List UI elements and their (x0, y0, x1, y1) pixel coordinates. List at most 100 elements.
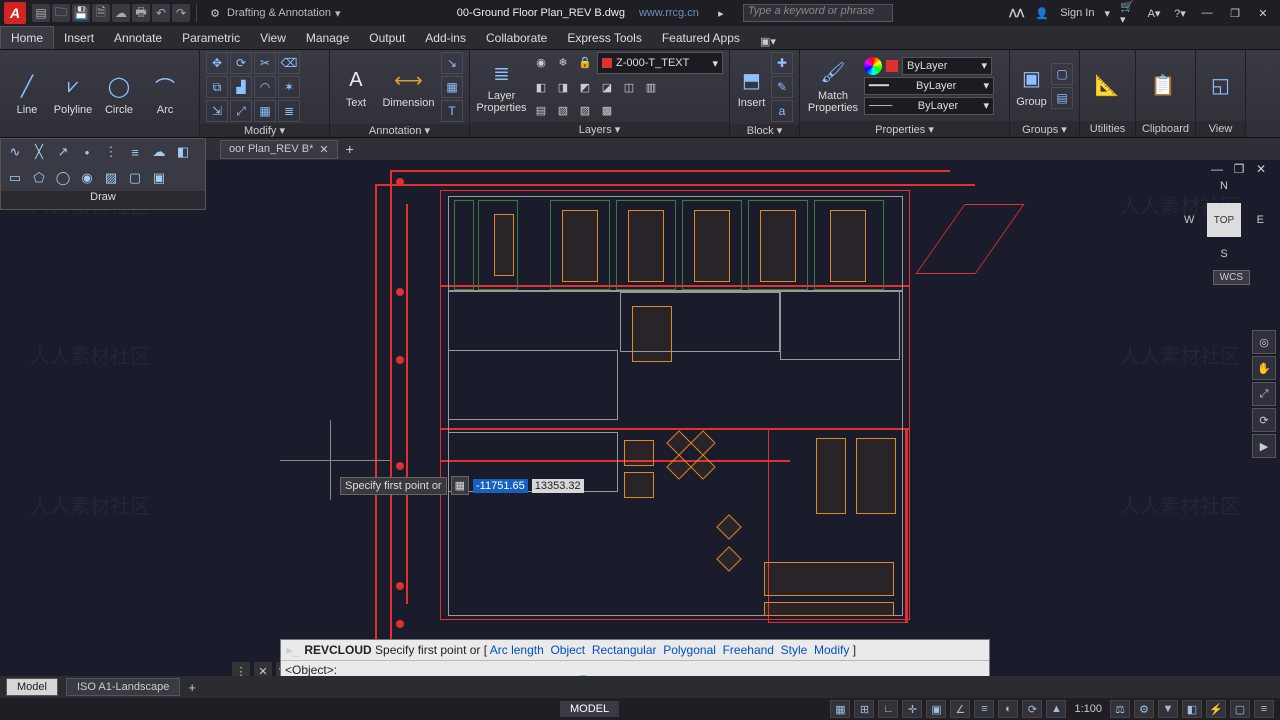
customize-icon[interactable]: ≡ (1254, 700, 1274, 718)
tab-home[interactable]: Home (0, 26, 54, 49)
pan-icon[interactable]: ✋ (1252, 356, 1276, 380)
line-button[interactable]: ╱Line (6, 72, 48, 116)
ray-icon[interactable]: ↗ (53, 142, 73, 162)
isolate-icon[interactable]: ◧ (1182, 700, 1202, 718)
linetype-selector[interactable]: ───ByLayer▾ (864, 97, 994, 115)
panel-layers-title[interactable]: Layers ▾ (470, 122, 729, 137)
close-button[interactable]: ✕ (1254, 6, 1272, 20)
viewcube-n[interactable]: N (1220, 180, 1228, 192)
showmotion-icon[interactable]: ▶ (1252, 434, 1276, 458)
tab-parametric[interactable]: Parametric (172, 27, 250, 49)
fillet-icon[interactable]: ◠ (254, 76, 276, 98)
new-tab-button[interactable]: + (346, 141, 354, 157)
measure-icon[interactable]: ≡ (125, 142, 145, 162)
group-button[interactable]: ▣Group (1016, 64, 1047, 108)
tab-featured[interactable]: Featured Apps (652, 27, 750, 49)
restore-button[interactable]: ❐ (1226, 6, 1244, 20)
help-icon[interactable]: ?▾ (1172, 5, 1188, 21)
layout-add-button[interactable]: + (188, 680, 196, 695)
saveas-icon[interactable]: 🗎 (92, 4, 110, 22)
layout-tab-iso[interactable]: ISO A1-Landscape (66, 678, 180, 696)
viewcube-s[interactable]: S (1220, 248, 1227, 260)
ribbon-expand-icon[interactable]: ▣▾ (760, 33, 776, 49)
stretch-icon[interactable]: ⇲ (206, 100, 228, 122)
steering-wheel-icon[interactable]: ◎ (1252, 330, 1276, 354)
viewcube-w[interactable]: W (1184, 214, 1194, 226)
vp-restore-button[interactable]: ❐ (1230, 162, 1248, 176)
hardware-icon[interactable]: ⚡ (1206, 700, 1226, 718)
table-icon[interactable]: ▦ (441, 76, 463, 98)
cmd-opt-rect[interactable]: Rectangular (592, 643, 657, 657)
sign-in-link[interactable]: Sign In (1060, 7, 1094, 19)
boundary-icon[interactable]: ▢ (125, 168, 145, 188)
divide-icon[interactable]: ⋮ (101, 142, 121, 162)
cmd-opt-style[interactable]: Style (781, 643, 808, 657)
tab-view[interactable]: View (250, 27, 296, 49)
cmd-opt-modify[interactable]: Modify (814, 643, 849, 657)
tab-insert[interactable]: Insert (54, 27, 104, 49)
autodesk-icon[interactable]: ᐱᐱ (1009, 7, 1024, 20)
dynamic-menu-icon[interactable]: ▦ (451, 476, 469, 495)
layer-state-icon[interactable]: ◫ (619, 77, 639, 97)
trim-icon[interactable]: ✂ (254, 52, 276, 74)
search-input[interactable]: Type a keyword or phrase (743, 4, 893, 22)
modelspace-toggle[interactable]: MODEL (560, 701, 619, 717)
mtext-icon[interactable]: T (441, 100, 463, 122)
layout-tab-model[interactable]: Model (6, 678, 58, 696)
hatch-icon[interactable]: ▨ (101, 168, 121, 188)
paste-button[interactable]: 📋 (1142, 71, 1184, 101)
coord-x[interactable]: -11751.65 (473, 479, 528, 493)
arc-button[interactable]: ⌒Arc (144, 72, 186, 116)
color-selector[interactable]: ByLayer▾ (902, 57, 992, 75)
web-icon[interactable]: ☁ (112, 4, 130, 22)
viewcube-e[interactable]: E (1257, 214, 1264, 226)
minimize-button[interactable]: — (1198, 6, 1216, 20)
otrack-toggle-icon[interactable]: ∠ (950, 700, 970, 718)
save-icon[interactable]: 💾 (72, 4, 90, 22)
donut-icon[interactable]: ◉ (77, 168, 97, 188)
point-icon[interactable]: • (77, 142, 97, 162)
plot-icon[interactable]: 🖶 (132, 4, 150, 22)
close-tab-icon[interactable]: ✕ (319, 143, 328, 156)
layer-prev-icon[interactable]: ◪ (597, 77, 617, 97)
transparency-icon[interactable]: ◐ (998, 700, 1018, 718)
polyline-button[interactable]: ⩗Polyline (52, 72, 94, 116)
layer-d-icon[interactable]: ▩ (597, 100, 617, 120)
drawing-canvas[interactable]: 人人素材社区 人人素材社区 人人素材社区 人人素材社区 人人素材社区 人人素材社… (0, 160, 1280, 676)
title-chevron[interactable]: ▸ (713, 5, 729, 21)
utilities-button[interactable]: 📐 (1086, 71, 1128, 101)
clean-icon[interactable]: ▢ (1230, 700, 1250, 718)
offset-icon[interactable]: ≣ (278, 100, 300, 122)
tab-manage[interactable]: Manage (296, 27, 359, 49)
layer-b-icon[interactable]: ▧ (553, 100, 573, 120)
osnap-toggle-icon[interactable]: ▣ (926, 700, 946, 718)
mirror-icon[interactable]: ▟ (230, 76, 252, 98)
circle-button[interactable]: ◯Circle (98, 72, 140, 116)
rotate-icon[interactable]: ⟳ (230, 52, 252, 74)
copy-icon[interactable]: ⧉ (206, 76, 228, 98)
app-store-icon[interactable]: A▾ (1146, 5, 1162, 21)
cmd-opt-object[interactable]: Object (550, 643, 585, 657)
layer-lock-icon[interactable]: 🔒 (575, 52, 595, 72)
insert-button[interactable]: ⬒Insert (736, 65, 767, 109)
chevron-down-icon[interactable]: ▾ (1104, 7, 1110, 20)
grid-toggle-icon[interactable]: ▦ (830, 700, 850, 718)
layer-match-icon[interactable]: ◩ (575, 77, 595, 97)
layer-off-icon[interactable]: ◉ (531, 52, 551, 72)
layer-a-icon[interactable]: ▤ (531, 100, 551, 120)
panel-properties-title[interactable]: Properties ▾ (800, 121, 1009, 137)
layer-selector[interactable]: Z-000-T_TEXT▾ (597, 52, 723, 74)
layer-uniso-icon[interactable]: ◨ (553, 77, 573, 97)
new-icon[interactable]: ▤ (32, 4, 50, 22)
xline-icon[interactable]: ╳ (29, 142, 49, 162)
lineweight-selector[interactable]: ━━━ByLayer▾ (864, 77, 994, 95)
cart-icon[interactable]: 🛒▾ (1120, 5, 1136, 21)
leader-icon[interactable]: ↘ (441, 52, 463, 74)
ungroup-icon[interactable]: ▢ (1051, 63, 1073, 85)
revcloud-icon[interactable]: ☁ (149, 142, 169, 162)
text-button[interactable]: AText (336, 65, 376, 109)
ortho-toggle-icon[interactable]: ∟ (878, 700, 898, 718)
tab-addins[interactable]: Add-ins (415, 27, 476, 49)
color-wheel-icon[interactable] (864, 57, 882, 75)
document-tab[interactable]: oor Plan_REV B*✕ (220, 140, 338, 159)
